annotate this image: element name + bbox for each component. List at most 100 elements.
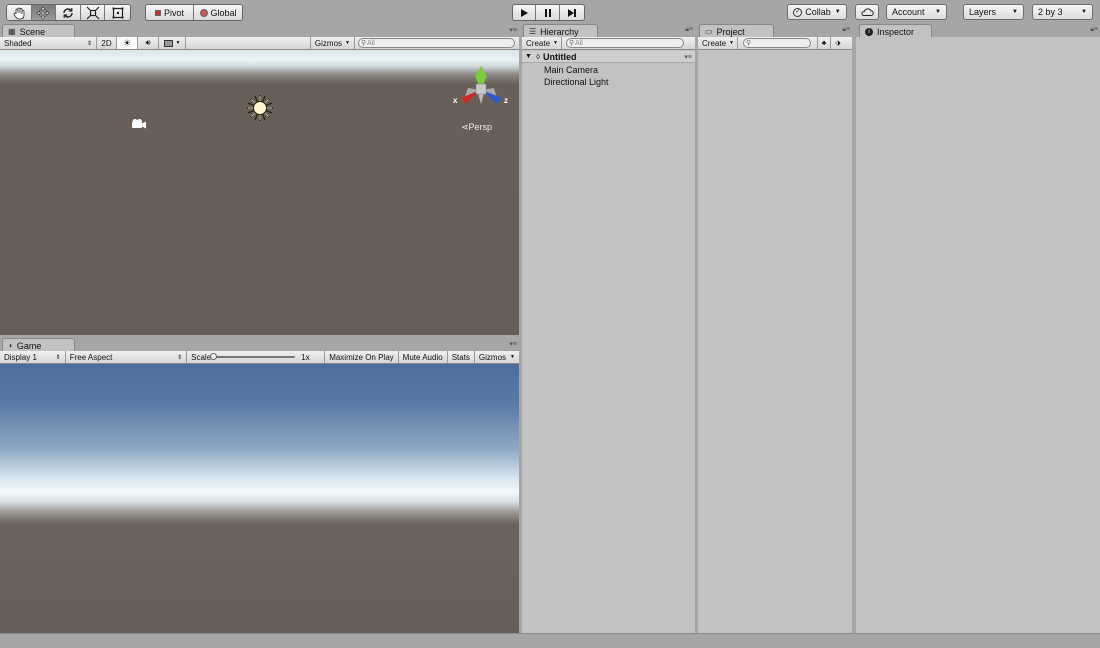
rect-tool-button[interactable] [105, 5, 130, 20]
maximize-on-play-toggle[interactable]: Maximize On Play [325, 351, 399, 363]
display-label: Display 1 [4, 352, 37, 362]
rotate-icon [63, 7, 73, 18]
project-search-input[interactable]: ⚲ [743, 38, 811, 48]
pause-button[interactable] [536, 5, 560, 20]
global-toggle[interactable]: Global [194, 5, 242, 20]
chevron-down-icon: ▼ [729, 40, 734, 46]
tag-icon: ⬗ [835, 40, 841, 47]
stats-toggle[interactable]: Stats [448, 351, 475, 363]
scene-tab-label: Scene [19, 26, 46, 37]
filter-by-type-button[interactable]: ♣ [817, 37, 831, 49]
game-tab-label: Game [16, 340, 42, 351]
maximize-label: Maximize On Play [329, 352, 394, 362]
account-dropdown[interactable]: Account ▼ [886, 4, 947, 20]
collab-dropdown[interactable]: ✓ Collab ▼ [787, 4, 847, 20]
scale-tool-button[interactable] [80, 5, 106, 20]
game-toolbar: Display 1 ⇕ Free Aspect ⇕ Scale 1x Maxim… [0, 351, 519, 364]
checkmark-circle-icon: ✓ [793, 7, 803, 17]
lock-icon[interactable]: 🔒︎≡ [842, 26, 850, 34]
audio-toggle[interactable]: 🔊︎ [138, 37, 159, 49]
persp-label[interactable]: ⋖Persp [461, 122, 492, 133]
search-icon: ⚲ [361, 40, 367, 47]
effects-dropdown[interactable]: ▼ [159, 37, 186, 49]
rotate-tool-button[interactable] [56, 5, 81, 20]
foldout-arrow-icon[interactable]: ▼ [525, 53, 532, 60]
cloud-button[interactable] [855, 4, 879, 20]
layers-dropdown[interactable]: Layers ▼ [963, 4, 1024, 20]
move-arrows-icon [36, 6, 50, 19]
chevron-down-icon: ▼ [935, 9, 941, 15]
hierarchy-item-label: Directional Light [544, 77, 609, 87]
chevron-down-icon: ▼ [175, 40, 181, 46]
lighting-toggle[interactable]: ☀ [117, 37, 138, 49]
play-button[interactable] [513, 5, 537, 20]
scene-viewport[interactable]: x z ⋖Persp [0, 50, 519, 335]
speaker-icon: 🔊︎ [145, 38, 151, 47]
hierarchy-tabbar: ☰ Hierarchy 🔒︎≡ [522, 24, 695, 38]
info-icon: i [865, 27, 873, 36]
scene-root-row[interactable]: ▼ ⬨ Untitled ▾≡ [522, 51, 695, 63]
hierarchy-create-label: Create [526, 38, 551, 48]
hierarchy-create-dropdown[interactable]: Create ▼ [522, 37, 562, 49]
lock-icon[interactable]: 🔒︎≡ [685, 26, 693, 34]
scene-orientation-gizmo[interactable]: x z [449, 64, 515, 114]
pivot-toggle[interactable]: Pivot [146, 5, 195, 20]
inspector-tab-label: Inspector [877, 26, 915, 37]
updown-icon: ⇕ [177, 354, 183, 361]
tab-inspector[interactable]: i Inspector [859, 24, 932, 38]
tab-project[interactable]: ▭ Project [699, 24, 774, 38]
directional-light-sun-icon[interactable] [246, 94, 274, 122]
move-tool-button[interactable] [31, 5, 57, 20]
aspect-dropdown[interactable]: Free Aspect ⇕ [66, 351, 188, 363]
project-tab-label: Project [716, 26, 745, 37]
mute-audio-toggle[interactable]: Mute Audio [399, 351, 448, 363]
layers-label: Layers [969, 7, 997, 17]
shading-mode-dropdown[interactable]: Shaded ⇕ [0, 37, 97, 49]
2d-toggle[interactable]: 2D [97, 37, 117, 49]
pacman-icon: ◖ [8, 341, 13, 350]
game-gizmos-dropdown[interactable]: Gizmos ▼ [475, 351, 519, 363]
hand-tool-button[interactable] [7, 5, 32, 20]
step-button[interactable] [559, 5, 584, 20]
playmode-controls [512, 4, 585, 21]
search-icon: ⚲ [746, 40, 752, 47]
game-gizmos-label: Gizmos [478, 352, 507, 362]
pivot-icon [155, 9, 161, 16]
camera-gizmo-icon[interactable] [131, 118, 147, 130]
main-toolbar: Pivot Global ✓ Collab ▼ Account ▼ Layers… [0, 0, 1100, 24]
scene-menu-icon[interactable]: ▾≡ [684, 53, 692, 61]
search-icon: ⚲ [569, 40, 575, 47]
shapes-icon: ♣ [821, 39, 827, 47]
transform-tools [6, 4, 131, 21]
panel-menu-icon[interactable]: ▾≡ [509, 26, 517, 34]
scale-slider-thumb[interactable] [210, 353, 218, 360]
hierarchy-item[interactable]: Main Camera [522, 64, 695, 76]
image-icon [163, 39, 173, 47]
layout-dropdown[interactable]: 2 by 3 ▼ [1032, 4, 1093, 20]
hierarchy-search-placeholder: All [575, 39, 583, 47]
filter-by-label-button[interactable]: ⬗ [831, 37, 845, 49]
scene-gizmos-dropdown[interactable]: Gizmos ▼ [309, 37, 355, 49]
scene-tabbar: ▦ Scene ▾≡ [0, 24, 519, 38]
hierarchy-item[interactable]: Directional Light [522, 76, 695, 88]
project-panel [698, 50, 852, 633]
game-tabbar: ◖ Game ▾≡ [0, 338, 519, 352]
scale-slider-track[interactable] [213, 356, 296, 358]
panel-menu-icon[interactable]: ▾≡ [509, 340, 517, 348]
grid-icon: ▦ [8, 27, 16, 36]
display-dropdown[interactable]: Display 1 ⇕ [0, 351, 66, 363]
unity-scene-icon: ⬨ [535, 51, 540, 61]
scale-icon [86, 6, 100, 19]
project-create-dropdown[interactable]: Create ▼ [698, 37, 738, 49]
tab-game[interactable]: ◖ Game [2, 338, 75, 352]
scene-search-input[interactable]: ⚲ All [358, 38, 515, 48]
tab-hierarchy[interactable]: ☰ Hierarchy [523, 24, 598, 38]
hierarchy-search-input[interactable]: ⚲ All [566, 38, 684, 48]
global-label: Global [210, 7, 237, 18]
layout-label: 2 by 3 [1038, 7, 1063, 17]
inspector-tabbar: i Inspector 🔒︎≡ [856, 24, 1100, 38]
game-viewport[interactable] [0, 364, 519, 633]
tab-scene[interactable]: ▦ Scene [2, 24, 75, 38]
lock-icon[interactable]: 🔒︎≡ [1090, 26, 1098, 34]
hierarchy-toolbar: Create ▼ ⚲ All [522, 37, 695, 50]
